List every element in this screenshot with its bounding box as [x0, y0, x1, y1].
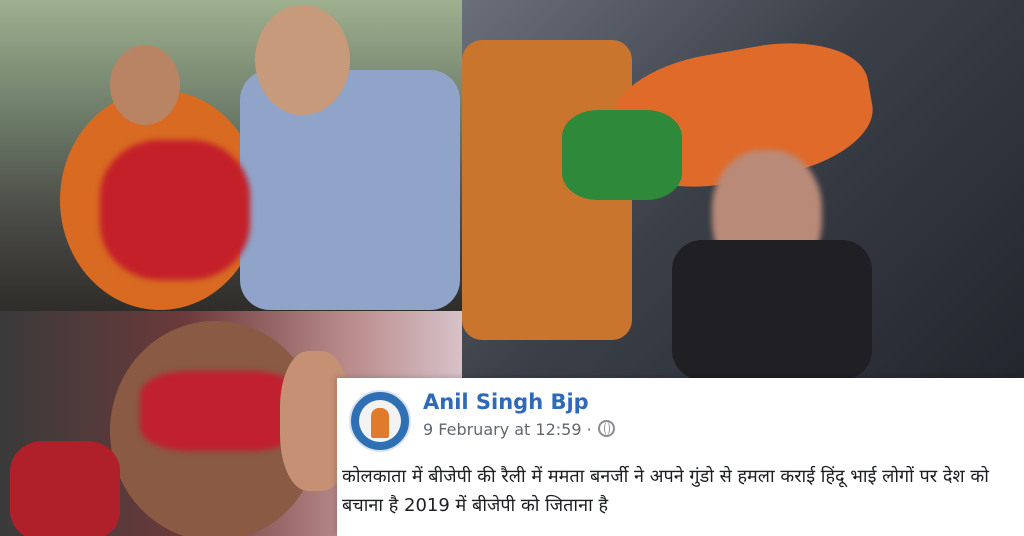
post-meta: 9 February at 12:59 · — [423, 420, 615, 439]
flag-shape — [562, 110, 682, 200]
globe-icon[interactable] — [597, 420, 615, 437]
clothing-shape — [10, 441, 120, 536]
blurred-face — [140, 371, 300, 451]
author-name[interactable]: Anil Singh Bjp — [423, 390, 589, 414]
avatar-figure — [371, 408, 389, 438]
head-shape — [255, 5, 350, 115]
person-shape — [240, 70, 460, 310]
head-shape — [110, 45, 180, 125]
post-timestamp[interactable]: 9 February at 12:59 · — [423, 420, 592, 439]
post-text: कोलकाता में बीजेपी की रैली में ममता बनर्… — [342, 466, 989, 516]
blurred-face — [100, 140, 250, 280]
photo-top-left — [0, 0, 462, 311]
person-shape — [672, 240, 872, 378]
photo-right — [462, 0, 1024, 378]
facebook-post: Anil Singh Bjp 9 February at 12:59 · कोल… — [337, 378, 1024, 536]
avatar[interactable] — [349, 390, 411, 452]
